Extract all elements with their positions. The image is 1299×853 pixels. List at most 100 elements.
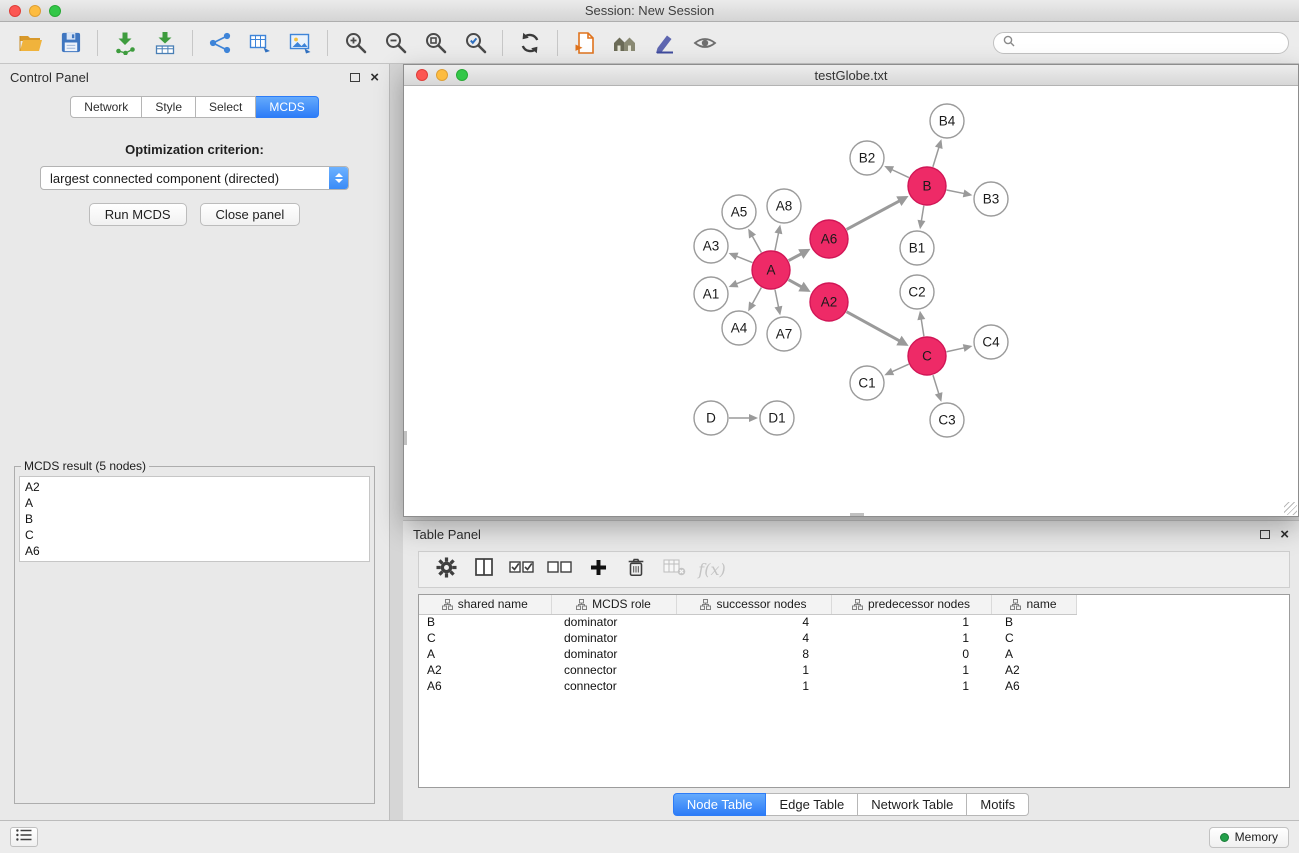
node-B2[interactable]: B2 bbox=[850, 141, 884, 175]
table-row[interactable]: A2connector11A2 bbox=[419, 662, 1076, 678]
export-image-button[interactable] bbox=[280, 25, 320, 61]
node-A5[interactable]: A5 bbox=[722, 195, 756, 229]
close-window-button[interactable] bbox=[9, 5, 21, 17]
show-columns-button[interactable] bbox=[465, 555, 503, 585]
node-D[interactable]: D bbox=[694, 401, 728, 435]
tab-style[interactable]: Style bbox=[142, 96, 196, 118]
tab-motifs[interactable]: Motifs bbox=[967, 793, 1029, 816]
edge-A-A7[interactable] bbox=[775, 290, 783, 316]
zoom-window-button[interactable] bbox=[49, 5, 61, 17]
edge-B-B4[interactable] bbox=[933, 139, 943, 167]
column-header-predecessor-nodes[interactable]: predecessor nodes bbox=[831, 595, 991, 614]
node-C4[interactable]: C4 bbox=[974, 325, 1008, 359]
save-session-button[interactable] bbox=[50, 25, 90, 61]
table-row[interactable]: Cdominator41C bbox=[419, 630, 1076, 646]
table-panel-close-button[interactable]: × bbox=[1280, 530, 1289, 540]
edge-C-C1[interactable] bbox=[884, 364, 908, 375]
control-panel-float-button[interactable] bbox=[350, 73, 360, 82]
node-C3[interactable]: C3 bbox=[930, 403, 964, 437]
import-network-button[interactable] bbox=[105, 25, 145, 61]
edge-C-C3[interactable] bbox=[933, 375, 943, 402]
vertical-scrollbar[interactable] bbox=[404, 431, 407, 445]
edge-C-C2[interactable] bbox=[917, 311, 925, 336]
node-B4[interactable]: B4 bbox=[930, 104, 964, 138]
edge-B-B2[interactable] bbox=[884, 166, 909, 178]
show-panel-menu-button[interactable] bbox=[10, 827, 38, 847]
tab-select[interactable]: Select bbox=[196, 96, 256, 118]
select-all-button[interactable] bbox=[503, 555, 541, 585]
edge-B-B1[interactable] bbox=[918, 206, 926, 229]
edge-A6-B[interactable] bbox=[847, 196, 909, 229]
edge-A2-C[interactable] bbox=[847, 312, 909, 346]
new-column-button[interactable] bbox=[579, 555, 617, 585]
network-window-minimize-button[interactable] bbox=[436, 69, 448, 81]
node-C1[interactable]: C1 bbox=[850, 366, 884, 400]
node-C[interactable]: C bbox=[908, 337, 946, 375]
export-table-button[interactable] bbox=[240, 25, 280, 61]
tab-mcds[interactable]: MCDS bbox=[256, 96, 318, 118]
node-A8[interactable]: A8 bbox=[767, 189, 801, 223]
edge-B-B3[interactable] bbox=[947, 190, 973, 198]
zoom-in-button[interactable] bbox=[335, 25, 375, 61]
horizontal-scrollbar[interactable] bbox=[850, 513, 864, 516]
minimize-window-button[interactable] bbox=[29, 5, 41, 17]
deselect-all-button[interactable] bbox=[541, 555, 579, 585]
node-A6[interactable]: A6 bbox=[810, 220, 848, 258]
edge-A-A5[interactable] bbox=[748, 229, 761, 253]
column-header-name[interactable]: name bbox=[991, 595, 1076, 614]
apply-layout-button[interactable] bbox=[510, 25, 550, 61]
node-A2[interactable]: A2 bbox=[810, 283, 848, 321]
node-B[interactable]: B bbox=[908, 167, 946, 205]
export-document-button[interactable] bbox=[565, 25, 605, 61]
node-C2[interactable]: C2 bbox=[900, 275, 934, 309]
edge-C-C4[interactable] bbox=[947, 344, 973, 352]
tab-network[interactable]: Network bbox=[70, 96, 142, 118]
edge-D-D1[interactable] bbox=[729, 414, 758, 422]
control-panel-close-button[interactable]: × bbox=[370, 73, 379, 83]
table-options-button[interactable] bbox=[427, 555, 465, 585]
network-canvas[interactable]: B4B2BB3A5A8A6B1A3AC2A1A2A4A7CC4C1C3DD1 bbox=[404, 86, 1298, 516]
search-input[interactable] bbox=[1020, 36, 1279, 50]
node-B3[interactable]: B3 bbox=[974, 182, 1008, 216]
graphics-details-button[interactable] bbox=[645, 25, 685, 61]
edge-A-A6[interactable] bbox=[789, 249, 811, 261]
import-table-button[interactable] bbox=[145, 25, 185, 61]
node-A[interactable]: A bbox=[752, 251, 790, 289]
mcds-result-item[interactable]: A2 bbox=[25, 479, 364, 495]
edge-A-A8[interactable] bbox=[775, 225, 783, 251]
network-view[interactable]: B4B2BB3A5A8A6B1A3AC2A1A2A4A7CC4C1C3DD1 bbox=[404, 86, 1298, 516]
mcds-result-item[interactable]: C bbox=[25, 527, 364, 543]
column-header-mcds-role[interactable]: MCDS role bbox=[551, 595, 676, 614]
node-A4[interactable]: A4 bbox=[722, 311, 756, 345]
hide-selected-button[interactable] bbox=[685, 25, 725, 61]
mcds-result-item[interactable]: B bbox=[25, 511, 364, 527]
open-session-button[interactable] bbox=[10, 25, 50, 61]
table-panel-float-button[interactable] bbox=[1260, 530, 1270, 539]
first-neighbors-button[interactable] bbox=[605, 25, 645, 61]
tab-node-table[interactable]: Node Table bbox=[673, 793, 767, 816]
node-B1[interactable]: B1 bbox=[900, 231, 934, 265]
network-window-close-button[interactable] bbox=[416, 69, 428, 81]
mcds-result-item[interactable]: A6 bbox=[25, 543, 364, 559]
zoom-selected-button[interactable] bbox=[455, 25, 495, 61]
edge-A-A1[interactable] bbox=[729, 277, 753, 287]
export-network-button[interactable] bbox=[200, 25, 240, 61]
run-mcds-button[interactable]: Run MCDS bbox=[89, 203, 187, 226]
search-box[interactable] bbox=[993, 32, 1289, 54]
column-header-shared-name[interactable]: shared name bbox=[419, 595, 551, 614]
column-header-successor-nodes[interactable]: successor nodes bbox=[676, 595, 831, 614]
node-A1[interactable]: A1 bbox=[694, 277, 728, 311]
edge-A-A3[interactable] bbox=[729, 253, 753, 263]
table-row[interactable]: Bdominator41B bbox=[419, 614, 1076, 630]
delete-column-button[interactable] bbox=[617, 555, 655, 585]
mcds-result-list[interactable]: A2ABCA6 bbox=[19, 476, 370, 562]
node-D1[interactable]: D1 bbox=[760, 401, 794, 435]
edge-A-A4[interactable] bbox=[748, 288, 761, 312]
table-row[interactable]: A6connector11A6 bbox=[419, 678, 1076, 694]
node-A7[interactable]: A7 bbox=[767, 317, 801, 351]
table-row[interactable]: Adominator80A bbox=[419, 646, 1076, 662]
tab-network-table[interactable]: Network Table bbox=[858, 793, 967, 816]
memory-button[interactable]: Memory bbox=[1209, 827, 1289, 848]
window-resize-grip[interactable] bbox=[1284, 502, 1297, 515]
tab-edge-table[interactable]: Edge Table bbox=[766, 793, 858, 816]
